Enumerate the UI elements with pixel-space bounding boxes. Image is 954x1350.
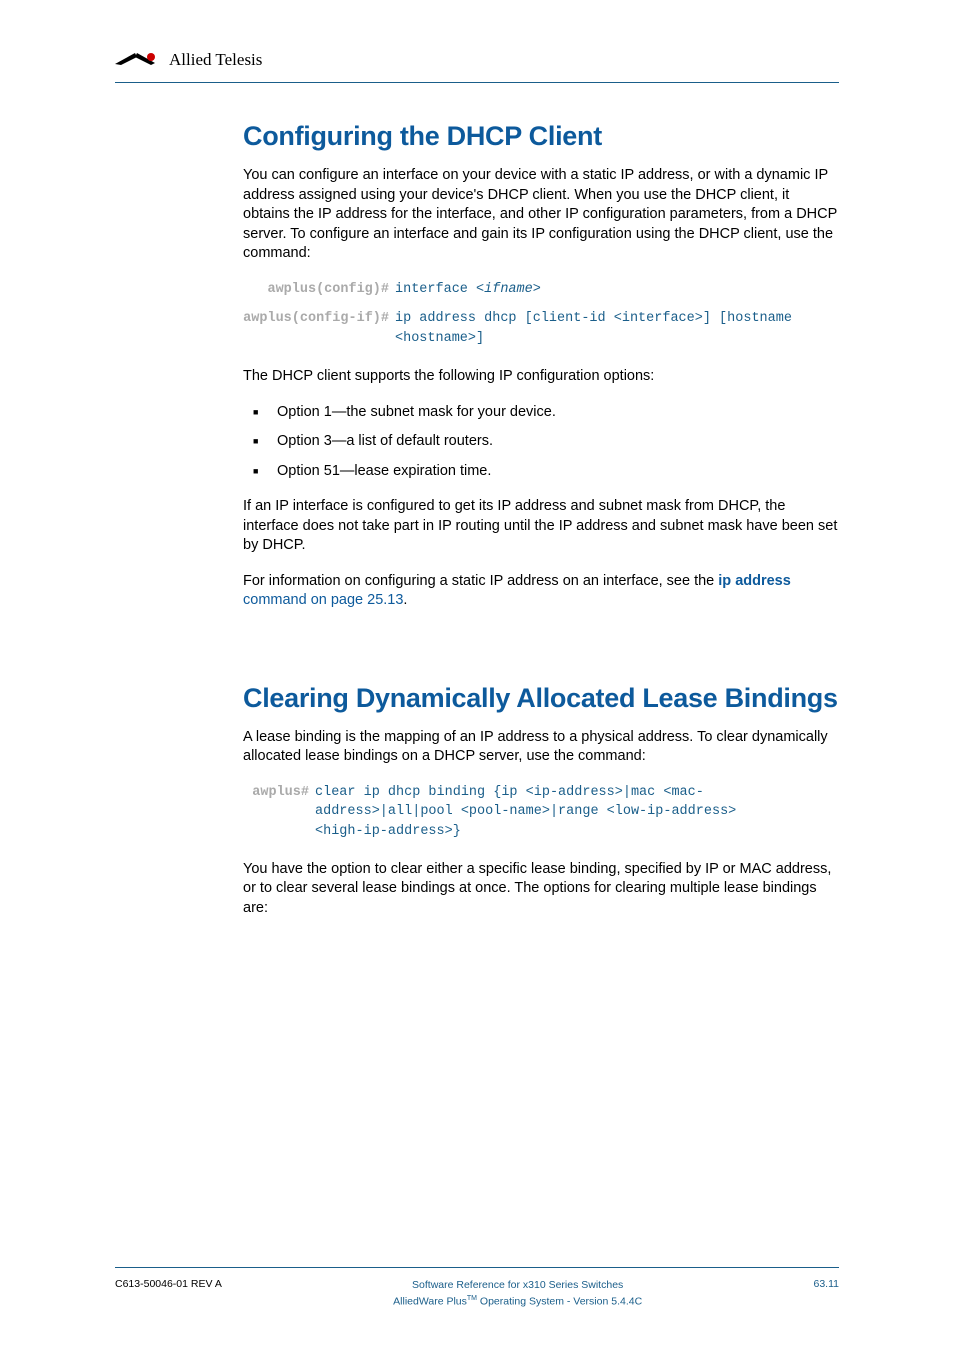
footer-doc-id: C613-50046-01 REV A <box>115 1278 222 1290</box>
list-item: Option 3—a list of default routers. <box>243 431 839 451</box>
company-name: Allied Telesis <box>169 50 262 70</box>
cmd-text: interface <ifname> <box>395 280 541 300</box>
footer-page-number: 63.11 <box>814 1278 840 1290</box>
page-footer: C613-50046-01 REV A Software Reference f… <box>0 1267 954 1310</box>
footer-subtitle: AlliedWare PlusTM Operating System - Ver… <box>222 1294 814 1310</box>
command-row: awplus(config)# interface <ifname> <box>243 280 839 300</box>
command-row: awplus(config-if)# ip address dhcp [clie… <box>243 309 839 348</box>
options-intro: The DHCP client supports the following I… <box>243 367 839 387</box>
command-block-2: awplus# clear ip dhcp binding {ip <ip-ad… <box>243 783 839 842</box>
footer-title: Software Reference for x310 Series Switc… <box>222 1278 814 1294</box>
command-block-1: awplus(config)# interface <ifname> awplu… <box>243 280 839 349</box>
list-item: Option 1—the subnet mask for your device… <box>243 402 839 422</box>
cmd-prompt: awplus(config-if)# <box>243 309 395 329</box>
cmd-text: clear ip dhcp binding {ip <ip-address>|m… <box>315 783 785 842</box>
reference-paragraph: For information on configuring a static … <box>243 572 839 611</box>
main-content: Configuring the DHCP Client You can conf… <box>243 121 839 918</box>
cmd-prompt: awplus(config)# <box>243 280 395 300</box>
allied-telesis-logo-icon <box>115 51 163 69</box>
routing-note: If an IP interface is configured to get … <box>243 497 839 556</box>
section-heading-configuring: Configuring the DHCP Client <box>243 121 839 152</box>
intro-paragraph: You can configure an interface on your d… <box>243 166 839 264</box>
section-heading-clearing: Clearing Dynamically Allocated Lease Bin… <box>243 683 839 714</box>
clearing-intro: A lease binding is the mapping of an IP … <box>243 728 839 767</box>
options-list: Option 1—the subnet mask for your device… <box>243 402 839 481</box>
header-divider <box>115 82 839 83</box>
ip-address-link-page[interactable]: command on page 25.13 <box>243 592 403 608</box>
cmd-prompt: awplus# <box>243 783 315 803</box>
ip-address-link[interactable]: ip address <box>718 573 791 589</box>
clearing-post: You have the option to clear either a sp… <box>243 860 839 919</box>
command-row: awplus# clear ip dhcp binding {ip <ip-ad… <box>243 783 839 842</box>
footer-divider <box>115 1267 839 1268</box>
footer-center: Software Reference for x310 Series Switc… <box>222 1278 814 1310</box>
list-item: Option 51—lease expiration time. <box>243 461 839 481</box>
page-header: Allied Telesis <box>115 50 839 70</box>
cmd-text: ip address dhcp [client-id <interface>] … <box>395 309 815 348</box>
